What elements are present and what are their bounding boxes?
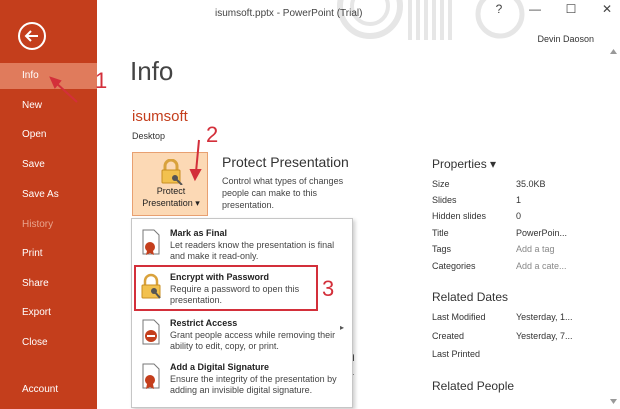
arrow-2 [195, 139, 200, 173]
step-number-3: 3 [322, 276, 335, 301]
step-number-2: 2 [206, 122, 219, 147]
step-number-1: 1 [95, 68, 108, 93]
arrow-2-head [189, 169, 202, 182]
arrow-1 [54, 81, 78, 103]
annotation-arrows [49, 76, 202, 182]
powerpoint-backstage: Info New Open Save Save As History Print… [0, 0, 620, 409]
